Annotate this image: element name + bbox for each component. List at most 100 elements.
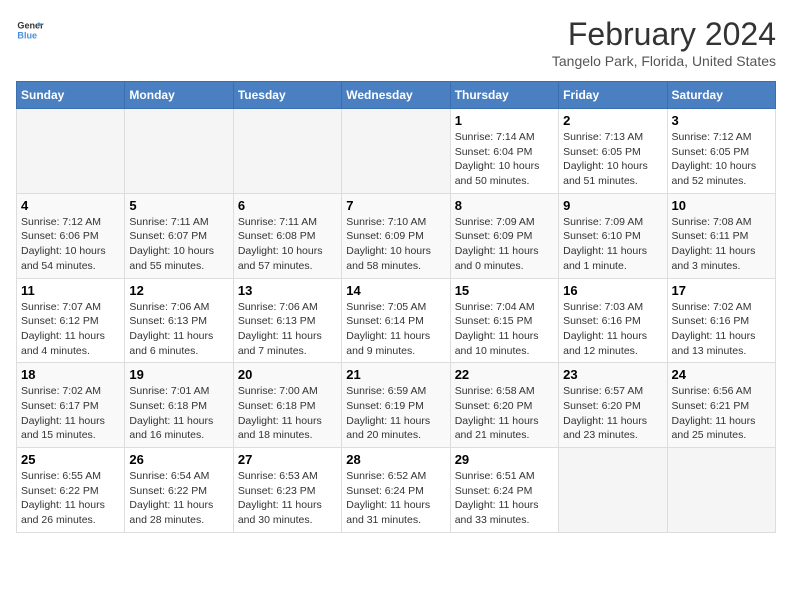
day-info: Sunrise: 7:00 AM Sunset: 6:18 PM Dayligh… — [238, 384, 337, 443]
calendar-cell: 27 Sunrise: 6:53 AM Sunset: 6:23 PM Dayli… — [233, 448, 341, 533]
header-day-sunday: Sunday — [17, 82, 125, 109]
day-info: Sunrise: 7:02 AM Sunset: 6:17 PM Dayligh… — [21, 384, 120, 443]
week-row-4: 18 Sunrise: 7:02 AM Sunset: 6:17 PM Dayli… — [17, 363, 776, 448]
day-info: Sunrise: 7:05 AM Sunset: 6:14 PM Dayligh… — [346, 300, 445, 359]
calendar-cell: 8 Sunrise: 7:09 AM Sunset: 6:09 PM Daylig… — [450, 193, 558, 278]
title-block: February 2024 Tangelo Park, Florida, Uni… — [552, 16, 776, 69]
calendar-cell: 10Sunrise: 7:08 AM Sunset: 6:11 PM Dayli… — [667, 193, 775, 278]
day-number: 5 — [129, 198, 228, 213]
day-number: 10 — [672, 198, 771, 213]
calendar-cell: 19 Sunrise: 7:01 AM Sunset: 6:18 PM Dayli… — [125, 363, 233, 448]
day-info: Sunrise: 7:07 AM Sunset: 6:12 PM Dayligh… — [21, 300, 120, 359]
day-info: Sunrise: 7:06 AM Sunset: 6:13 PM Dayligh… — [129, 300, 228, 359]
page-subtitle: Tangelo Park, Florida, United States — [552, 53, 776, 69]
calendar-cell: 3 Sunrise: 7:12 AM Sunset: 6:05 PM Daylig… — [667, 109, 775, 194]
day-info: Sunrise: 7:06 AM Sunset: 6:13 PM Dayligh… — [238, 300, 337, 359]
calendar-cell: 11 Sunrise: 7:07 AM Sunset: 6:12 PM Dayli… — [17, 278, 125, 363]
day-info: Sunrise: 7:11 AM Sunset: 6:07 PM Dayligh… — [129, 215, 228, 274]
calendar-cell: 4 Sunrise: 7:12 AM Sunset: 6:06 PM Daylig… — [17, 193, 125, 278]
calendar-cell: 17 Sunrise: 7:02 AM Sunset: 6:16 PM Dayli… — [667, 278, 775, 363]
calendar-cell — [17, 109, 125, 194]
day-number: 22 — [455, 367, 554, 382]
day-info: Sunrise: 6:53 AM Sunset: 6:23 PM Dayligh… — [238, 469, 337, 528]
day-info: Sunrise: 7:12 AM Sunset: 6:05 PM Dayligh… — [672, 130, 771, 189]
calendar-cell: 9Sunrise: 7:09 AM Sunset: 6:10 PM Daylig… — [559, 193, 667, 278]
day-info: Sunrise: 6:51 AM Sunset: 6:24 PM Dayligh… — [455, 469, 554, 528]
day-number: 21 — [346, 367, 445, 382]
week-row-2: 4 Sunrise: 7:12 AM Sunset: 6:06 PM Daylig… — [17, 193, 776, 278]
calendar-cell: 21Sunrise: 6:59 AM Sunset: 6:19 PM Dayli… — [342, 363, 450, 448]
header-day-tuesday: Tuesday — [233, 82, 341, 109]
day-info: Sunrise: 6:57 AM Sunset: 6:20 PM Dayligh… — [563, 384, 662, 443]
day-number: 9 — [563, 198, 662, 213]
day-number: 3 — [672, 113, 771, 128]
day-number: 7 — [346, 198, 445, 213]
calendar-cell — [559, 448, 667, 533]
calendar-cell: 28 Sunrise: 6:52 AM Sunset: 6:24 PM Dayli… — [342, 448, 450, 533]
day-number: 19 — [129, 367, 228, 382]
day-info: Sunrise: 7:09 AM Sunset: 6:09 PM Dayligh… — [455, 215, 554, 274]
calendar-cell: 6Sunrise: 7:11 AM Sunset: 6:08 PM Daylig… — [233, 193, 341, 278]
day-number: 23 — [563, 367, 662, 382]
day-info: Sunrise: 7:12 AM Sunset: 6:06 PM Dayligh… — [21, 215, 120, 274]
week-row-3: 11 Sunrise: 7:07 AM Sunset: 6:12 PM Dayli… — [17, 278, 776, 363]
day-number: 11 — [21, 283, 120, 298]
calendar-cell: 22 Sunrise: 6:58 AM Sunset: 6:20 PM Dayli… — [450, 363, 558, 448]
day-info: Sunrise: 7:02 AM Sunset: 6:16 PM Dayligh… — [672, 300, 771, 359]
day-info: Sunrise: 7:11 AM Sunset: 6:08 PM Dayligh… — [238, 215, 337, 274]
calendar-table: SundayMondayTuesdayWednesdayThursdayFrid… — [16, 81, 776, 533]
calendar-cell: 23 Sunrise: 6:57 AM Sunset: 6:20 PM Dayli… — [559, 363, 667, 448]
page-header: General Blue February 2024 Tangelo Park,… — [16, 16, 776, 69]
header-day-monday: Monday — [125, 82, 233, 109]
day-number: 15 — [455, 283, 554, 298]
day-info: Sunrise: 7:13 AM Sunset: 6:05 PM Dayligh… — [563, 130, 662, 189]
week-row-5: 25 Sunrise: 6:55 AM Sunset: 6:22 PM Dayli… — [17, 448, 776, 533]
calendar-cell: 12 Sunrise: 7:06 AM Sunset: 6:13 PM Dayli… — [125, 278, 233, 363]
svg-text:Blue: Blue — [17, 30, 37, 40]
logo: General Blue — [16, 16, 44, 44]
header-day-friday: Friday — [559, 82, 667, 109]
day-number: 2 — [563, 113, 662, 128]
calendar-cell: 7 Sunrise: 7:10 AM Sunset: 6:09 PM Daylig… — [342, 193, 450, 278]
calendar-cell: 25 Sunrise: 6:55 AM Sunset: 6:22 PM Dayli… — [17, 448, 125, 533]
calendar-cell — [342, 109, 450, 194]
day-number: 4 — [21, 198, 120, 213]
calendar-cell: 13 Sunrise: 7:06 AM Sunset: 6:13 PM Dayli… — [233, 278, 341, 363]
day-number: 18 — [21, 367, 120, 382]
day-number: 28 — [346, 452, 445, 467]
calendar-cell: 16Sunrise: 7:03 AM Sunset: 6:16 PM Dayli… — [559, 278, 667, 363]
calendar-cell: 15 Sunrise: 7:04 AM Sunset: 6:15 PM Dayli… — [450, 278, 558, 363]
calendar-cell — [125, 109, 233, 194]
header-day-thursday: Thursday — [450, 82, 558, 109]
calendar-cell: 24 Sunrise: 6:56 AM Sunset: 6:21 PM Dayli… — [667, 363, 775, 448]
day-number: 17 — [672, 283, 771, 298]
day-number: 25 — [21, 452, 120, 467]
day-info: Sunrise: 6:55 AM Sunset: 6:22 PM Dayligh… — [21, 469, 120, 528]
calendar-cell — [667, 448, 775, 533]
day-info: Sunrise: 6:52 AM Sunset: 6:24 PM Dayligh… — [346, 469, 445, 528]
day-info: Sunrise: 7:14 AM Sunset: 6:04 PM Dayligh… — [455, 130, 554, 189]
day-number: 16 — [563, 283, 662, 298]
day-info: Sunrise: 6:56 AM Sunset: 6:21 PM Dayligh… — [672, 384, 771, 443]
calendar-cell: 2 Sunrise: 7:13 AM Sunset: 6:05 PM Daylig… — [559, 109, 667, 194]
day-info: Sunrise: 7:04 AM Sunset: 6:15 PM Dayligh… — [455, 300, 554, 359]
header-day-wednesday: Wednesday — [342, 82, 450, 109]
day-info: Sunrise: 7:10 AM Sunset: 6:09 PM Dayligh… — [346, 215, 445, 274]
day-number: 20 — [238, 367, 337, 382]
calendar-cell: 20 Sunrise: 7:00 AM Sunset: 6:18 PM Dayli… — [233, 363, 341, 448]
day-number: 24 — [672, 367, 771, 382]
calendar-cell: 26Sunrise: 6:54 AM Sunset: 6:22 PM Dayli… — [125, 448, 233, 533]
day-number: 29 — [455, 452, 554, 467]
calendar-cell: 5 Sunrise: 7:11 AM Sunset: 6:07 PM Daylig… — [125, 193, 233, 278]
day-info: Sunrise: 7:01 AM Sunset: 6:18 PM Dayligh… — [129, 384, 228, 443]
day-number: 13 — [238, 283, 337, 298]
calendar-cell: 29 Sunrise: 6:51 AM Sunset: 6:24 PM Dayli… — [450, 448, 558, 533]
day-number: 8 — [455, 198, 554, 213]
calendar-cell: 1Sunrise: 7:14 AM Sunset: 6:04 PM Daylig… — [450, 109, 558, 194]
day-number: 27 — [238, 452, 337, 467]
page-title: February 2024 — [552, 16, 776, 53]
day-number: 14 — [346, 283, 445, 298]
day-number: 26 — [129, 452, 228, 467]
day-info: Sunrise: 6:58 AM Sunset: 6:20 PM Dayligh… — [455, 384, 554, 443]
day-number: 12 — [129, 283, 228, 298]
